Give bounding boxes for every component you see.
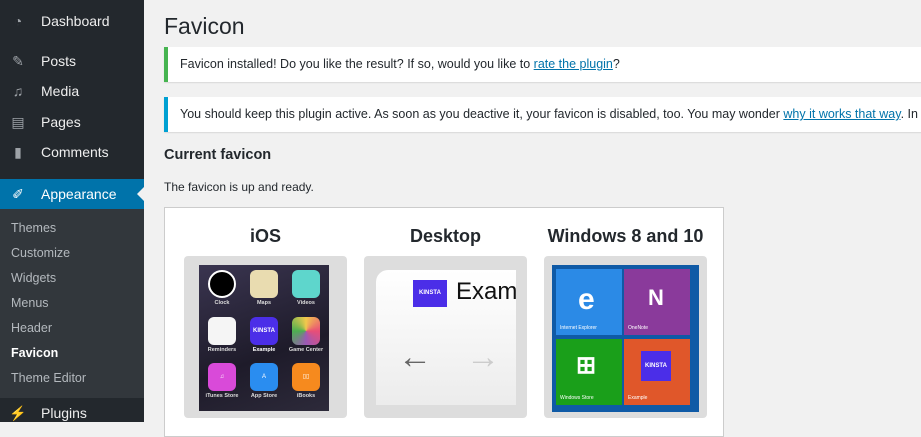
ios-homescreen-image: Clock Maps Videos Reminders KINSTA Exampl… [199,265,329,411]
favicon-preview-box: iOS Clock Maps Videos Reminders KINSTA Ex… [164,207,724,437]
submenu-favicon[interactable]: Favicon [11,346,58,360]
plug-icon: ⚡ [9,405,27,421]
submenu-menus[interactable]: Menus [11,296,49,310]
submenu-themes[interactable]: Themes [11,221,56,235]
section-heading: Current favicon [164,147,272,163]
menu-dashboard[interactable]: ◔ Dashboard [0,6,144,36]
menu-plugins[interactable]: ⚡ Plugins [0,398,144,428]
rate-plugin-link[interactable]: rate the plugin [534,57,613,71]
media-icon: ♫ [12,83,24,99]
status-text: The favicon is up and ready. [164,180,314,194]
why-link[interactable]: why it works that way [783,107,900,121]
windows-preview: Windows 8 and 10 e Internet Explorer N One… [544,226,707,418]
browser-tab-image: KINSTA Exam ← → [376,270,517,405]
menu-media[interactable]: ♫ Media [0,76,144,106]
menu-posts[interactable]: ✎ Posts [0,46,144,76]
submenu-theme-editor[interactable]: Theme Editor [11,371,86,385]
menu-appearance[interactable]: ✐ Appearance [0,179,144,209]
info-notice: You should keep this plugin active. As s… [164,97,921,132]
forward-arrow-icon: → [466,338,500,376]
success-notice: Favicon installed! Do you like the resul… [164,47,921,82]
comment-icon: ▮ [14,144,22,160]
admin-sidebar: ◔ Dashboard ✎ Posts ♫ Media ▤ Pages ▮ Comment… [0,0,144,422]
back-arrow-icon: ← [398,338,432,376]
menu-comments[interactable]: ▮ Comments [0,137,144,167]
submenu-header[interactable]: Header [11,321,52,335]
pages-icon: ▤ [11,114,25,130]
desktop-preview: Desktop KINSTA Exam ← → [364,226,527,418]
ios-preview: iOS Clock Maps Videos Reminders KINSTA Ex… [184,226,347,418]
windows-tiles-image: e Internet Explorer N OneNote ⊞ Windows Sto… [552,265,699,412]
submenu-widgets[interactable]: Widgets [11,271,56,285]
paintbrush-icon: ✐ [12,186,24,202]
appearance-submenu: Themes Customize Widgets Menus Header Fa… [0,209,144,398]
menu-pages[interactable]: ▤ Pages [0,107,144,137]
page-title: Favicon [164,13,245,39]
submenu-customize[interactable]: Customize [11,246,70,260]
dashboard-icon: ◔ [13,13,23,29]
pin-icon: ✎ [12,53,24,69]
